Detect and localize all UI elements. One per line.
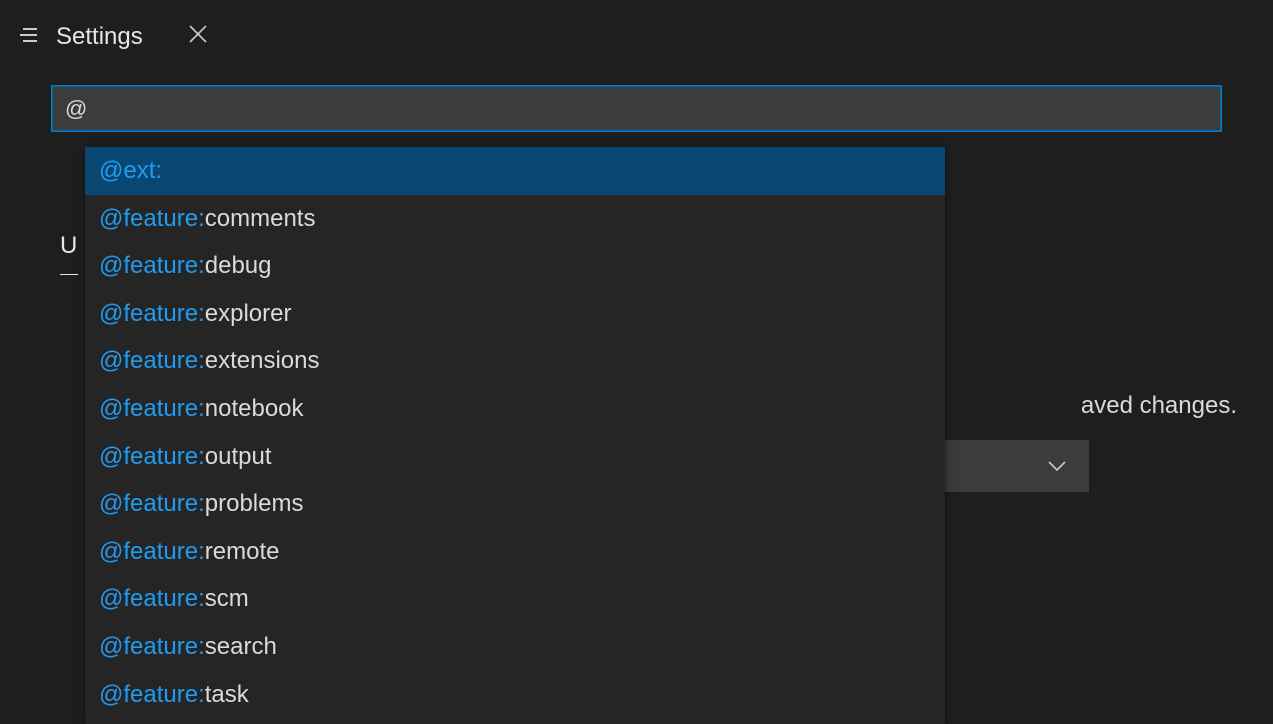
suggestion-item[interactable]: @feature:notebook (85, 385, 945, 433)
suggestion-item[interactable]: @feature:extensions (85, 337, 945, 385)
tab-user[interactable]: U (60, 232, 78, 275)
suggestion-item[interactable]: @feature:problems (85, 480, 945, 528)
close-icon[interactable] (183, 19, 213, 55)
menu-icon[interactable] (20, 24, 40, 50)
suggestion-item[interactable]: @feature:explorer (85, 290, 945, 338)
dropdown-control[interactable] (941, 440, 1089, 492)
suggestion-item[interactable]: @feature:output (85, 433, 945, 481)
suggestion-item[interactable]: @ext: (85, 147, 945, 195)
suggestion-item[interactable]: @feature:remote (85, 528, 945, 576)
suggestion-item[interactable]: @feature:comments (85, 195, 945, 243)
suggestion-item[interactable]: @feature:debug (85, 242, 945, 290)
suggestion-item[interactable]: @feature:search (85, 623, 945, 671)
page-title: Settings (56, 23, 143, 51)
search-container (0, 74, 1273, 143)
suggestions-popup: @ext:@feature:comments@feature:debug@fea… (85, 147, 945, 724)
body-partial-text: aved changes. (1081, 392, 1237, 420)
suggestion-item[interactable]: @feature:task (85, 671, 945, 719)
suggestion-item[interactable]: @feature:scm (85, 575, 945, 623)
settings-search-input[interactable] (52, 86, 1221, 131)
titlebar: Settings (0, 0, 1273, 74)
